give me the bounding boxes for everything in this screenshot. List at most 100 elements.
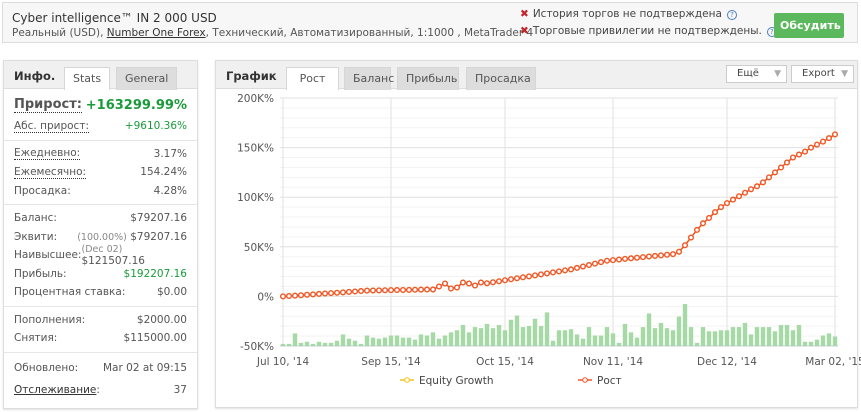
data-point <box>604 257 611 264</box>
volume-bar <box>616 342 622 346</box>
volume-bar <box>736 327 742 346</box>
data-point <box>436 283 443 290</box>
x-tick-label: Sep 15, '14 <box>361 356 421 368</box>
legend-label: Рост <box>597 375 622 387</box>
volume-bar <box>646 313 652 346</box>
volume-bar <box>826 333 832 346</box>
data-point <box>370 287 377 294</box>
volume-bar <box>328 342 334 346</box>
data-point <box>592 260 599 267</box>
data-point <box>760 179 767 186</box>
volume-bar <box>358 343 364 346</box>
volume-bar <box>580 338 586 346</box>
volume-bar <box>502 330 508 346</box>
data-point <box>406 286 413 293</box>
data-point <box>820 138 827 145</box>
volume-bar <box>778 325 784 346</box>
growth-chart: -50K% 0% 50K% 100K% 150K% 200K% Jul 10, '14 Sep… <box>237 93 861 387</box>
data-point <box>280 293 287 300</box>
data-point <box>298 292 305 299</box>
volume-bar <box>664 328 670 346</box>
data-point <box>508 276 515 283</box>
data-point <box>532 272 539 279</box>
volume-bar <box>706 331 712 346</box>
volume-bar <box>718 330 724 346</box>
data-point <box>472 282 479 289</box>
data-point <box>580 263 587 270</box>
volume-bar <box>568 329 574 346</box>
y-tick-label: 50K% <box>244 242 274 254</box>
data-point <box>358 288 365 295</box>
volume-bar <box>730 327 736 346</box>
data-point <box>712 209 719 216</box>
volume-bar <box>640 327 646 346</box>
volume-bar <box>454 330 460 346</box>
data-point <box>754 183 761 190</box>
data-point <box>490 279 497 286</box>
data-point <box>574 264 581 271</box>
volume-bar <box>760 327 766 346</box>
volume-bar <box>424 335 430 346</box>
data-point <box>640 254 647 261</box>
legend-marker <box>404 377 410 383</box>
volume-bar <box>544 312 550 346</box>
data-point <box>376 287 383 294</box>
y-tick-label: -50K% <box>240 341 274 353</box>
volume-bar <box>562 330 568 346</box>
data-point <box>460 279 467 286</box>
volume-bar <box>610 333 616 346</box>
data-point <box>772 169 779 176</box>
volume-bar <box>304 341 310 346</box>
volume-bar <box>556 330 562 346</box>
x-tick-label: Oct 15, '14 <box>476 356 534 368</box>
data-point <box>496 278 503 285</box>
data-point <box>316 290 323 297</box>
data-point <box>622 255 629 262</box>
data-point <box>310 291 317 298</box>
volume-bar <box>430 332 436 346</box>
volume-bar <box>832 336 838 346</box>
volume-bar <box>622 323 628 346</box>
data-point <box>466 280 473 287</box>
volume-bar <box>586 327 592 346</box>
data-point <box>586 262 593 269</box>
data-point <box>802 148 809 155</box>
data-point <box>832 131 839 138</box>
volume-bar <box>700 327 706 346</box>
volume-bar <box>310 343 316 346</box>
volume-bar <box>766 327 772 346</box>
volume-bar <box>400 337 406 346</box>
volume-bar <box>694 342 700 346</box>
data-point <box>394 287 401 294</box>
data-point <box>826 135 833 142</box>
volume-bar <box>418 334 424 346</box>
data-point <box>790 154 797 161</box>
data-point <box>568 266 575 273</box>
volume-bar <box>574 334 580 346</box>
volume-bar <box>820 335 826 346</box>
data-point <box>322 290 329 297</box>
volume-bar <box>340 334 346 346</box>
data-point <box>538 271 545 278</box>
data-point <box>742 189 749 196</box>
y-tick-label: 200K% <box>237 93 274 105</box>
volume-bar <box>478 328 484 346</box>
volume-bar <box>592 335 598 346</box>
y-tick-label: 0% <box>257 291 274 303</box>
data-point <box>286 293 293 300</box>
data-point <box>424 286 431 293</box>
y-tick-label: 100K% <box>237 192 274 204</box>
data-point <box>520 274 527 281</box>
data-point <box>670 251 677 258</box>
data-point <box>814 141 821 148</box>
volume-bar <box>538 326 544 346</box>
volume-bar <box>604 327 610 346</box>
data-point <box>598 259 605 266</box>
data-point <box>454 284 461 291</box>
data-point <box>700 220 707 227</box>
data-point <box>292 292 299 299</box>
data-point <box>736 193 743 200</box>
volume-bar <box>442 335 448 346</box>
volume-bar <box>286 343 292 346</box>
x-tick-label: Nov 11, '14 <box>583 356 643 368</box>
